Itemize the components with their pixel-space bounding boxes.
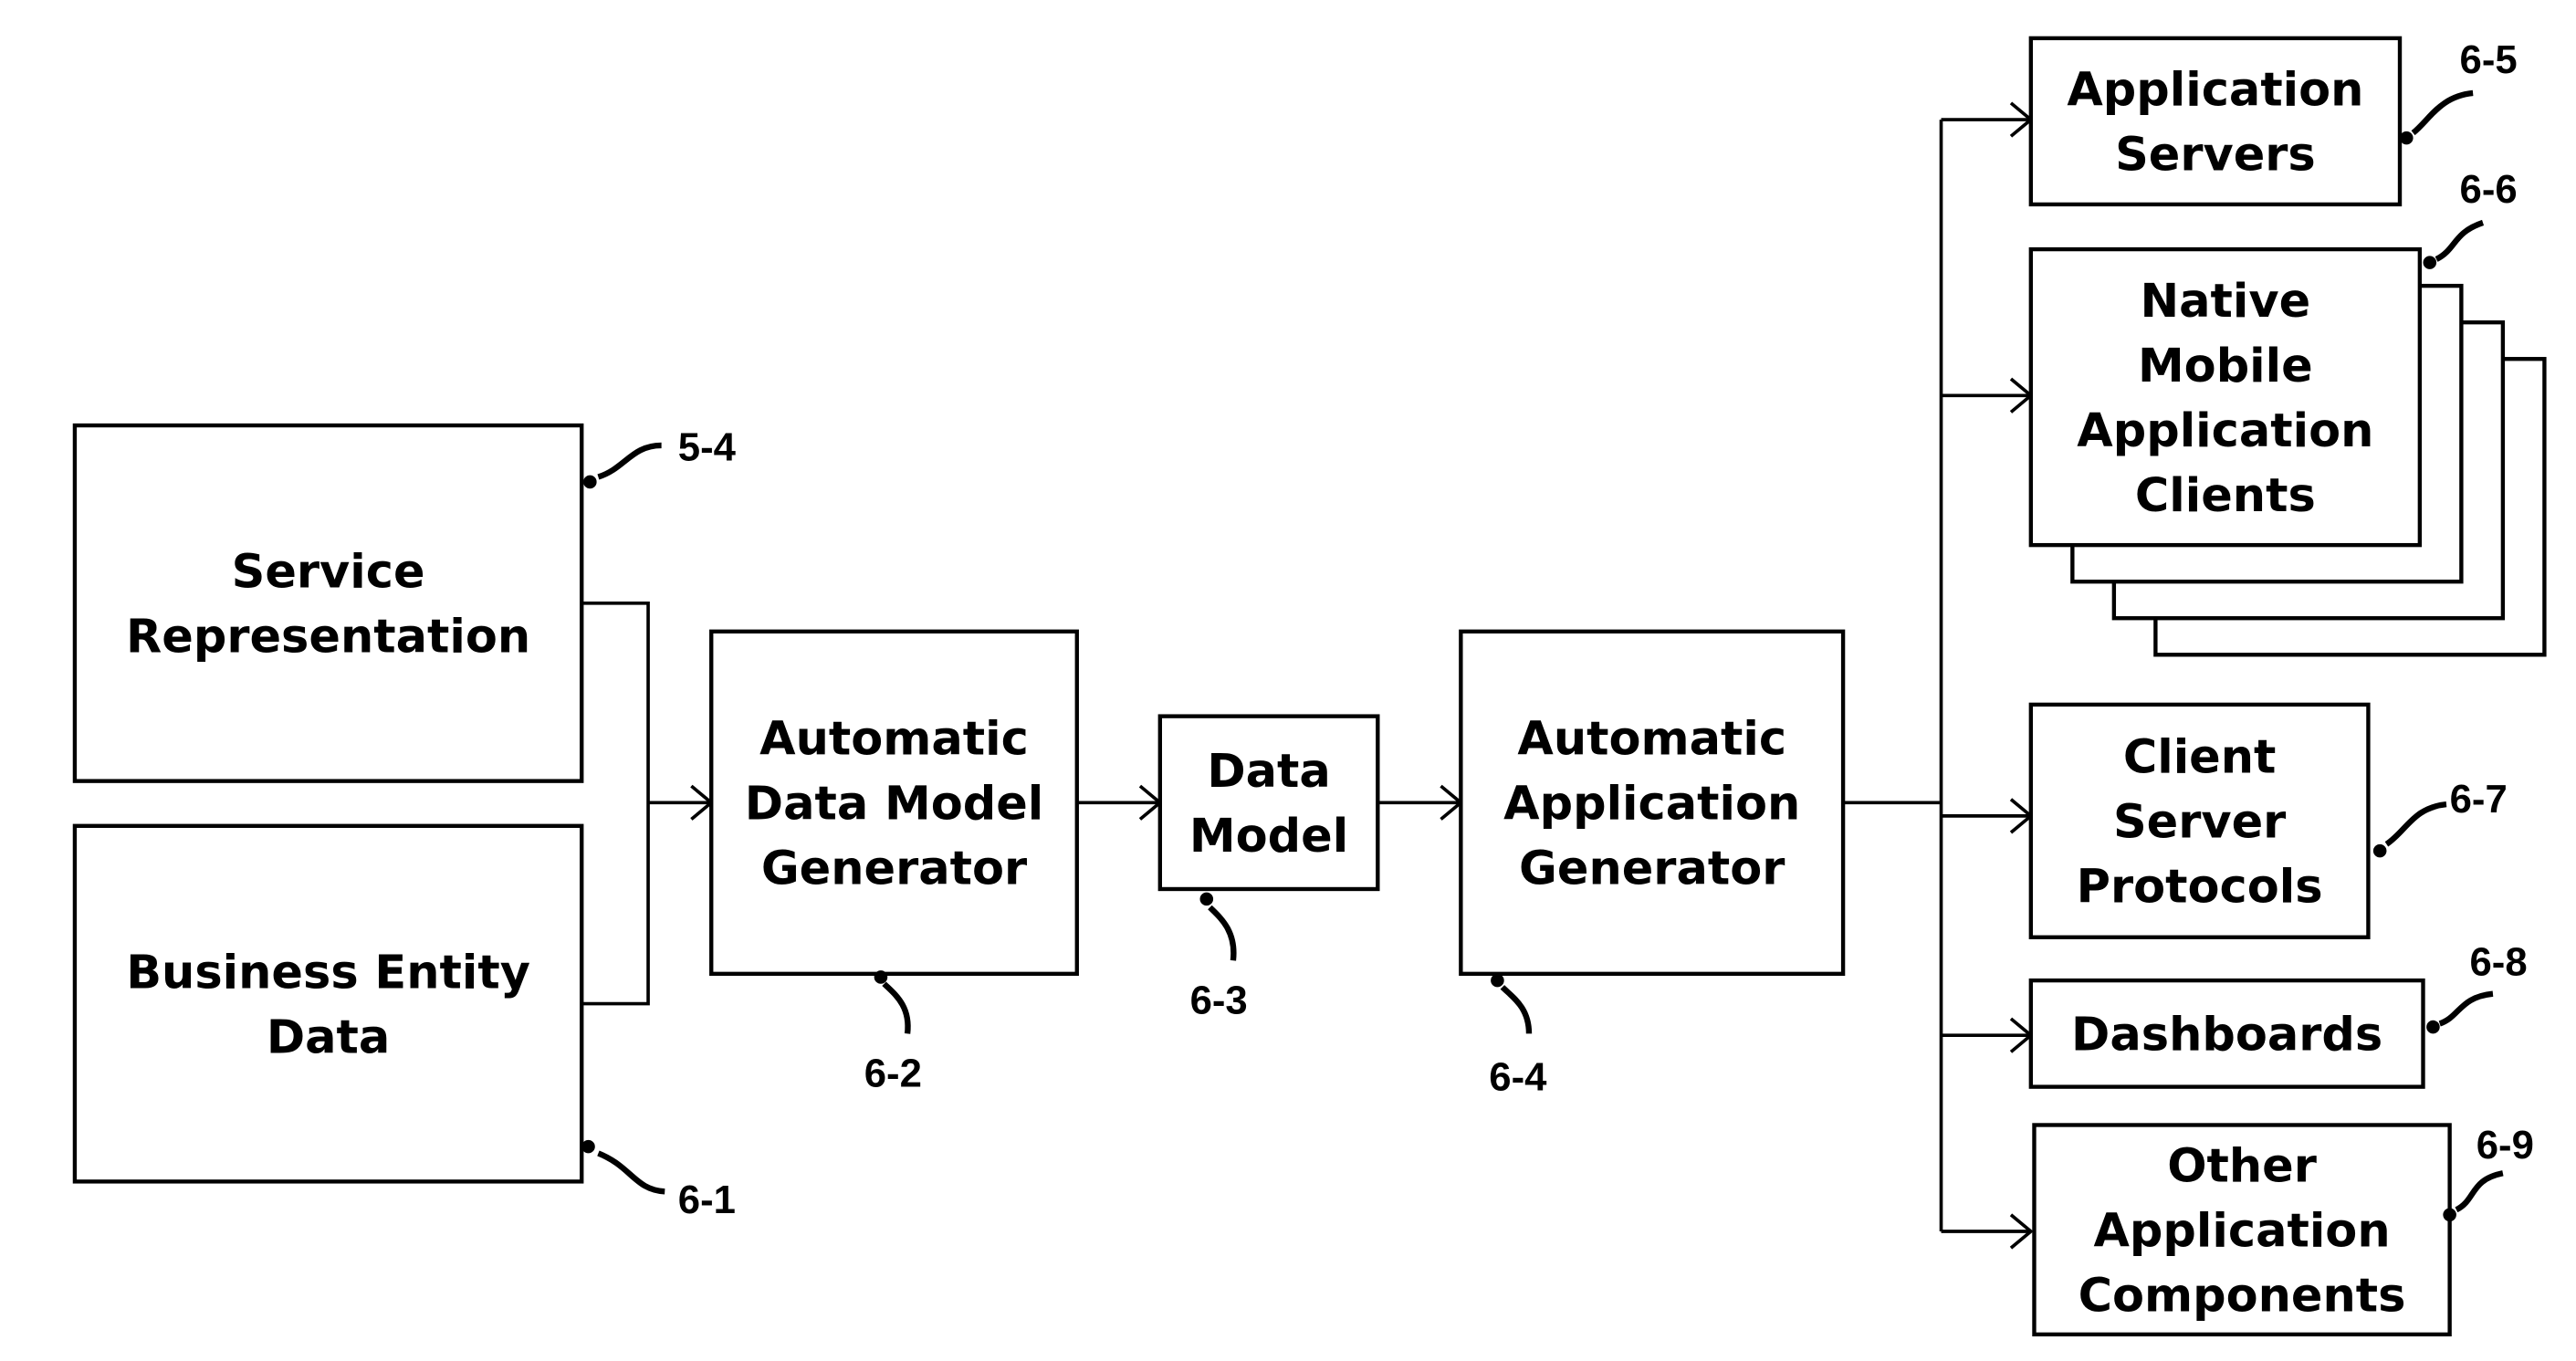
reference-numeral: 6-9 xyxy=(2477,1123,2534,1167)
lead-line xyxy=(2411,89,2474,136)
reference-numeral: 6-3 xyxy=(1190,979,1248,1023)
diagram-canvas: Service Representation 5-4 Business Entity D… xyxy=(72,36,2547,1337)
node-label-line: Application xyxy=(1503,778,1800,832)
node-business-entity-data: Business Entity Data 6-1 xyxy=(72,823,736,1222)
node-label-line: Data xyxy=(267,1010,390,1064)
node-label-line: Other xyxy=(2167,1139,2317,1193)
lead-arrow-tip xyxy=(581,1139,595,1154)
node-label-line: Model xyxy=(1189,810,1348,864)
node-label-line: Native xyxy=(2140,275,2310,329)
lead-line xyxy=(2435,219,2485,262)
node-box xyxy=(72,423,584,783)
lead-line xyxy=(1208,905,1237,961)
lead-line xyxy=(1500,985,1533,1034)
lead-line xyxy=(882,981,911,1034)
node-label-line: Automatic xyxy=(1517,713,1786,767)
lead-line xyxy=(2455,1170,2504,1213)
node-label-line: Service xyxy=(232,546,425,600)
lead-arrow-tip xyxy=(583,475,597,489)
node-label-line: Application xyxy=(2093,1204,2390,1258)
edge-inputs-merge xyxy=(581,602,712,1006)
node-label-line: Server xyxy=(2113,796,2286,850)
node-label-line: Data xyxy=(1207,745,1330,799)
lead-arrow-tip xyxy=(2423,256,2437,269)
node-label-line: Dashboards xyxy=(2071,1009,2382,1063)
node-label-line: Application xyxy=(2067,64,2363,118)
lead-arrow-tip xyxy=(1491,973,1504,988)
lead-arrow-tip xyxy=(1199,892,1214,906)
node-other-application-components: Other Application Components 6-9 xyxy=(2032,1123,2534,1337)
node-label-line: Automatic xyxy=(759,713,1029,767)
reference-numeral: 6-8 xyxy=(2469,940,2527,985)
lead-arrow-tip xyxy=(2400,131,2414,145)
node-data-model: Data Model 6-3 xyxy=(1157,714,1380,1023)
node-label-line: Business Entity xyxy=(126,946,530,1000)
reference-numeral: 6-4 xyxy=(1489,1054,1547,1099)
lead-line xyxy=(2438,990,2494,1027)
nodes: Service Representation 5-4 Business Entity D… xyxy=(72,36,2534,1337)
node-label-line: Generator xyxy=(761,843,1027,896)
node-label-line: Mobile xyxy=(2138,340,2313,393)
node-label-line: Protocols xyxy=(2077,861,2323,915)
lead-line xyxy=(597,442,662,480)
node-label-line: Application xyxy=(2077,404,2373,458)
node-client-server-protocols: Client Server Protocols 6-7 xyxy=(2028,702,2508,939)
node-label-line: Generator xyxy=(1519,843,1785,896)
lead-arrow-tip xyxy=(874,970,888,984)
node-label-line: Representation xyxy=(126,611,530,665)
lead-arrow-tip xyxy=(2426,1020,2440,1034)
node-dashboards: Dashboards 6-8 xyxy=(2028,940,2528,1089)
reference-numeral: 5-4 xyxy=(678,424,737,469)
node-application-servers: Application Servers 6-5 xyxy=(2028,36,2518,207)
node-label-line: Clients xyxy=(2135,469,2316,523)
reference-numeral: 6-1 xyxy=(678,1178,736,1222)
reference-numeral: 6-7 xyxy=(2450,777,2508,822)
node-automatic-data-model-generator: Automatic Data Model Generator 6-2 xyxy=(709,629,1079,1096)
node-box xyxy=(72,823,584,1184)
node-label-line: Data Model xyxy=(745,778,1043,832)
node-label-line: Components xyxy=(2079,1269,2406,1323)
lead-line xyxy=(597,1150,665,1195)
reference-numeral: 6-6 xyxy=(2460,167,2518,212)
reference-numeral: 6-2 xyxy=(864,1052,922,1096)
edge-app-generator-fanout xyxy=(1843,118,2031,1233)
lead-arrow-tip xyxy=(2443,1208,2456,1222)
lead-arrow-tip xyxy=(2372,843,2387,858)
node-automatic-application-generator: Automatic Application Generator 6-4 xyxy=(1459,629,1846,1099)
node-label-line: Client xyxy=(2123,731,2277,785)
lead-line xyxy=(2384,801,2447,847)
node-label-line: Servers xyxy=(2115,129,2316,183)
reference-numeral: 6-5 xyxy=(2460,37,2518,82)
